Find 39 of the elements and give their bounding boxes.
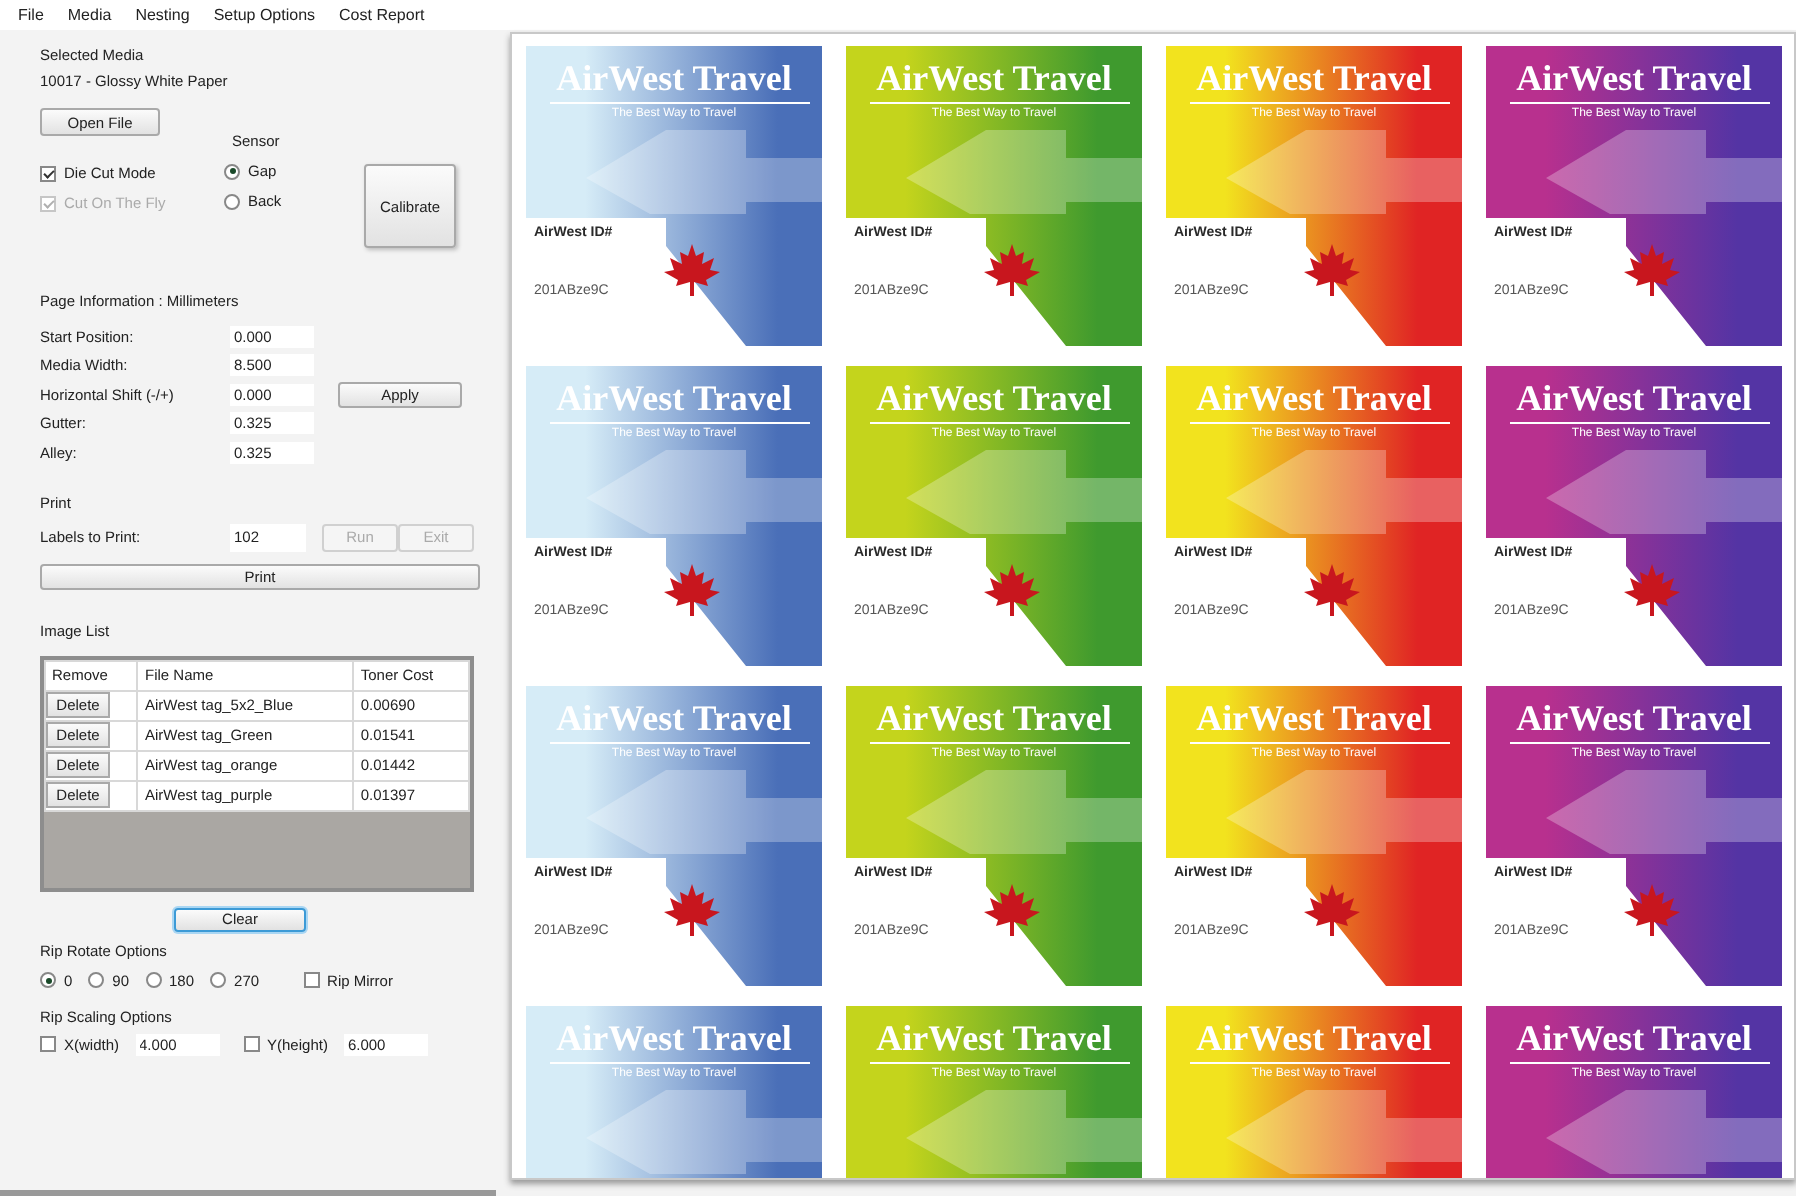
tag-title: AirWest Travel [1194, 1018, 1434, 1060]
maple-leaf-icon [662, 242, 722, 298]
tag-title: AirWest Travel [874, 698, 1114, 740]
tag-title: AirWest Travel [1194, 378, 1434, 420]
maple-leaf-icon [1302, 242, 1362, 298]
menu-item[interactable]: Nesting [125, 6, 200, 24]
maple-leaf-icon [1622, 882, 1682, 938]
menu-item[interactable]: Cost Report [329, 6, 435, 24]
tag-title: AirWest Travel [874, 1018, 1114, 1060]
maple-leaf-icon [982, 882, 1042, 938]
radio-button[interactable] [88, 972, 105, 988]
maple-leaf-icon [1302, 882, 1362, 938]
tag-title: AirWest Travel [1514, 698, 1754, 740]
tag-title: AirWest Travel [874, 58, 1114, 100]
tag-title: AirWest Travel [1514, 1018, 1754, 1060]
maple-leaf-icon [982, 562, 1042, 618]
menu-item[interactable]: File [8, 6, 54, 24]
tag-title: AirWest Travel [1514, 378, 1754, 420]
menu-item[interactable]: Media [57, 6, 122, 24]
tag-title: AirWest Travel [1194, 698, 1434, 740]
maple-leaf-icon [1622, 242, 1682, 298]
checkbox[interactable] [303, 972, 320, 988]
checkbox[interactable] [40, 1036, 56, 1052]
radio-button[interactable] [145, 972, 162, 988]
checkbox[interactable] [40, 165, 56, 181]
maple-leaf-icon [1622, 562, 1682, 618]
maple-leaf-icon [982, 242, 1042, 298]
tag-title: AirWest Travel [1514, 58, 1754, 100]
radio-button[interactable] [224, 163, 240, 179]
maple-leaf-icon [662, 882, 722, 938]
checkbox[interactable] [243, 1036, 260, 1052]
radio-button[interactable] [210, 972, 227, 988]
tag-title: AirWest Travel [1194, 58, 1434, 100]
menu-item[interactable]: Setup Options [203, 6, 326, 24]
radio-button[interactable] [40, 972, 56, 988]
maple-leaf-icon [1302, 562, 1362, 618]
radio-button[interactable] [224, 193, 240, 209]
maple-leaf-icon [662, 562, 722, 618]
tag-title: AirWest Travel [874, 378, 1114, 420]
